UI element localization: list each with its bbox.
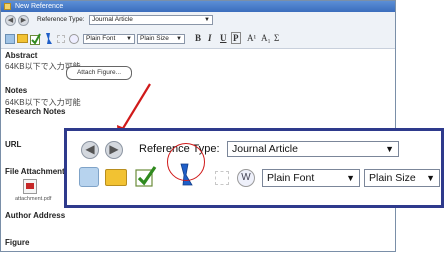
chevron-down-icon: ▼ [346,173,355,183]
web-icon[interactable]: W [237,169,255,187]
chevron-down-icon: ▼ [426,173,435,183]
size-value: Plain Size [369,172,416,184]
placeholder-icon [215,171,229,185]
reference-type-value: Journal Article [232,143,298,155]
size-select[interactable]: Plain Size ▼ [364,169,440,187]
forward-icon[interactable]: ▶ [105,141,123,159]
edit-icon[interactable] [79,167,99,187]
font-select[interactable]: Plain Font ▼ [262,169,360,187]
check-icon[interactable] [135,165,157,187]
highlight-circle [167,143,205,181]
folder-icon[interactable] [105,169,127,186]
back-icon[interactable]: ◀ [81,141,99,159]
reference-type-select[interactable]: Journal Article ▼ [227,141,399,157]
zoomed-toolbar-inset: ◀ ▶ Reference Type: Journal Article ▼ W … [64,128,444,208]
chevron-down-icon: ▼ [385,144,394,154]
font-value: Plain Font [267,172,315,184]
